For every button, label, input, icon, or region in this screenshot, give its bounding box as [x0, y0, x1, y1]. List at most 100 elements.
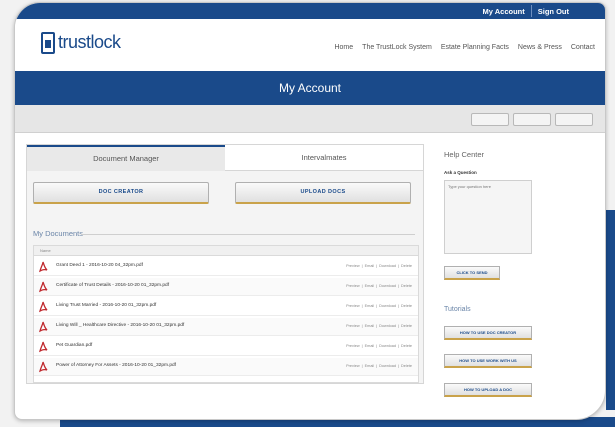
doc-creator-button[interactable]: DOC CREATOR [33, 182, 209, 204]
my-account-link[interactable]: My Account [477, 5, 531, 18]
document-file-name[interactable]: Pet Guardian.pdf [56, 343, 92, 348]
preview-link[interactable]: Preview [346, 324, 360, 328]
preview-link[interactable]: Preview [346, 304, 360, 308]
action-separator: | [398, 324, 400, 328]
download-link[interactable]: Download [379, 364, 396, 368]
action-separator: | [398, 284, 400, 288]
documents-table: Name Grant Deed 1 - 2016-10-20 04_32pm.p… [33, 245, 419, 383]
table-row[interactable]: Living Trust Married - 2016-10-20 01_32p… [34, 298, 418, 316]
delete-link[interactable]: Delete [401, 304, 412, 308]
table-row[interactable]: Grant Deed 1 - 2016-10-20 04_32pm.pdf Pre… [34, 258, 418, 276]
tab-document-manager[interactable]: Document Manager [27, 145, 225, 171]
section-divider [81, 234, 415, 235]
tab-intervalmates[interactable]: Intervalmates [225, 145, 423, 171]
lock-logo-icon [41, 32, 55, 54]
email-link[interactable]: Email [365, 304, 375, 308]
download-link[interactable]: Download [379, 304, 396, 308]
table-row[interactable]: Power of Attorney For Assets - 2016-10-2… [34, 358, 418, 376]
delete-link[interactable]: Delete [401, 284, 412, 288]
action-separator: | [361, 284, 363, 288]
action-separator: | [361, 324, 363, 328]
my-documents-heading: My Documents [33, 229, 84, 238]
download-link[interactable]: Download [379, 264, 396, 268]
row-actions: Preview | Email | Download | Delete [346, 364, 412, 368]
brand-logo[interactable]: trustlock [41, 32, 121, 54]
action-separator: | [398, 264, 400, 268]
toolbar-button-3[interactable] [555, 113, 593, 126]
download-link[interactable]: Download [379, 324, 396, 328]
tutorial-upload-doc-button[interactable]: HOW TO UPLOAD A DOC [444, 383, 532, 397]
document-panel: Document Manager Intervalmates DOC CREAT… [26, 144, 424, 384]
utility-links: My Account Sign Out [477, 5, 575, 18]
nav-news-press[interactable]: News & Press [518, 44, 562, 51]
tutorials-heading: Tutorials [444, 306, 471, 313]
action-separator: | [376, 344, 378, 348]
email-link[interactable]: Email [365, 324, 375, 328]
sign-out-link[interactable]: Sign Out [532, 5, 575, 18]
panel-tabs: Document Manager Intervalmates [27, 145, 423, 171]
delete-link[interactable]: Delete [401, 344, 412, 348]
table-row[interactable]: Living Will _ Healthcare Directive - 201… [34, 318, 418, 336]
action-separator: | [376, 364, 378, 368]
account-toolbar [15, 105, 605, 133]
accent-bar-right [606, 210, 615, 410]
email-link[interactable]: Email [365, 264, 375, 268]
document-file-name[interactable]: Living Trust Married - 2016-10-20 01_32p… [56, 303, 156, 308]
page-title: My Account [278, 81, 342, 95]
document-file-name[interactable]: Certificate of Trust Details - 2016-10-2… [56, 283, 169, 288]
main-navigation: Home The TrustLock System Estate Plannin… [334, 44, 595, 51]
pdf-file-icon [39, 361, 48, 373]
title-band: My Account [15, 71, 605, 105]
action-separator: | [398, 344, 400, 348]
action-separator: | [376, 324, 378, 328]
delete-link[interactable]: Delete [401, 264, 412, 268]
email-link[interactable]: Email [365, 364, 375, 368]
brand-name: trustlock [58, 32, 121, 52]
pdf-file-icon [39, 261, 48, 273]
table-row[interactable]: Certificate of Trust Details - 2016-10-2… [34, 278, 418, 296]
nav-estate-planning-facts[interactable]: Estate Planning Facts [441, 44, 509, 51]
action-separator: | [398, 364, 400, 368]
toolbar-button-1[interactable] [471, 113, 509, 126]
email-link[interactable]: Email [365, 344, 375, 348]
question-input[interactable] [444, 180, 532, 254]
preview-link[interactable]: Preview [346, 284, 360, 288]
row-actions: Preview | Email | Download | Delete [346, 304, 412, 308]
nav-home[interactable]: Home [334, 44, 353, 51]
pdf-file-icon [39, 301, 48, 313]
toolbar-button-2[interactable] [513, 113, 551, 126]
action-separator: | [376, 264, 378, 268]
action-separator: | [376, 284, 378, 288]
toolbar-buttons [471, 113, 593, 126]
row-actions: Preview | Email | Download | Delete [346, 284, 412, 288]
column-header-name[interactable]: Name [40, 248, 51, 253]
action-separator: | [361, 364, 363, 368]
download-link[interactable]: Download [379, 344, 396, 348]
table-row[interactable]: Pet Guardian.pdf Preview | Email | Download | D… [34, 338, 418, 356]
document-file-name[interactable]: Power of Attorney For Assets - 2016-10-2… [56, 363, 176, 368]
site-header: trustlock Home The TrustLock System Esta… [15, 19, 605, 71]
row-actions: Preview | Email | Download | Delete [346, 324, 412, 328]
document-file-name[interactable]: Living Will _ Healthcare Directive - 201… [56, 323, 184, 328]
action-separator: | [361, 344, 363, 348]
download-link[interactable]: Download [379, 284, 396, 288]
document-file-name[interactable]: Grant Deed 1 - 2016-10-20 04_32pm.pdf [56, 263, 143, 268]
pdf-file-icon [39, 281, 48, 293]
row-actions: Preview | Email | Download | Delete [346, 344, 412, 348]
nav-contact[interactable]: Contact [571, 44, 595, 51]
tutorial-work-with-us-button[interactable]: HOW TO USE WORK WITH US [444, 354, 532, 368]
action-separator: | [361, 304, 363, 308]
preview-link[interactable]: Preview [346, 264, 360, 268]
upload-docs-button[interactable]: UPLOAD DOCS [235, 182, 411, 204]
delete-link[interactable]: Delete [401, 324, 412, 328]
row-actions: Preview | Email | Download | Delete [346, 264, 412, 268]
tutorial-doc-creator-button[interactable]: HOW TO USE DOC CREATOR [444, 326, 532, 340]
preview-link[interactable]: Preview [346, 344, 360, 348]
email-link[interactable]: Email [365, 284, 375, 288]
table-header: Name [34, 246, 418, 256]
help-center-heading: Help Center [444, 150, 485, 159]
nav-trustlock-system[interactable]: The TrustLock System [362, 44, 432, 51]
send-question-button[interactable]: CLICK TO SEND [444, 266, 500, 280]
delete-link[interactable]: Delete [401, 364, 412, 368]
preview-link[interactable]: Preview [346, 364, 360, 368]
